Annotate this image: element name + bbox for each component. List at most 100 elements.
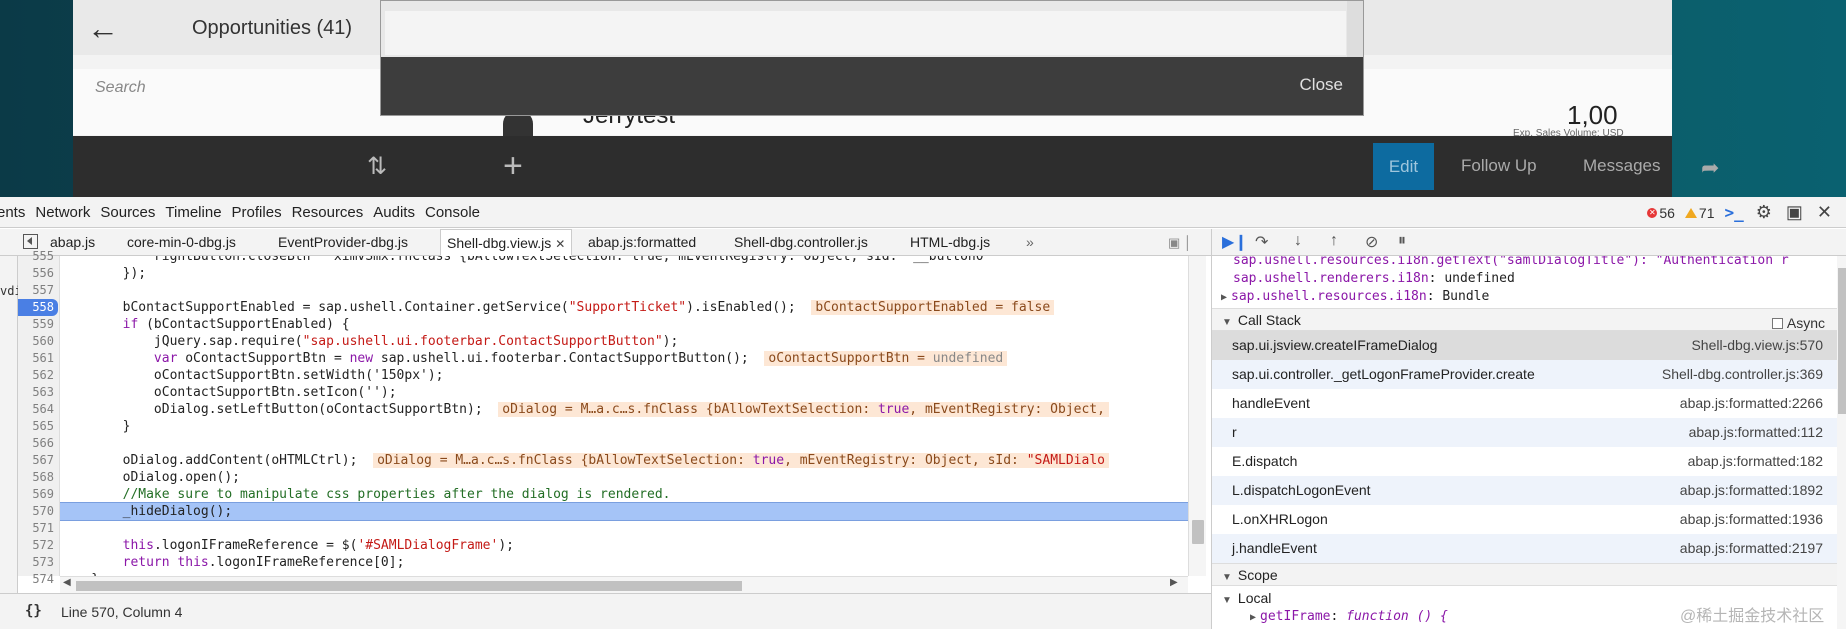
search-input[interactable]: Search bbox=[95, 79, 146, 97]
line-number[interactable]: 557 bbox=[18, 282, 58, 299]
expand-triangle-icon[interactable]: ▶ bbox=[1250, 612, 1256, 623]
collapse-triangle-icon[interactable]: ▼ bbox=[1222, 595, 1232, 606]
line-number[interactable]: 567 bbox=[18, 452, 58, 469]
call-frame[interactable]: j.handleEvent abap.js:formatted:2197 bbox=[1212, 534, 1837, 563]
scope-variable[interactable]: ▶ getIFrame: function () { bbox=[1250, 609, 1448, 624]
tab-timeline[interactable]: Timeline bbox=[165, 204, 221, 221]
messages-button[interactable]: Messages bbox=[1583, 156, 1660, 176]
step-out-icon[interactable]: ↑ bbox=[1330, 232, 1338, 250]
scrollbar-thumb[interactable] bbox=[1192, 520, 1204, 544]
frame-location[interactable]: abap.js:formatted:1892 bbox=[1680, 476, 1823, 505]
code-editor[interactable]: rightButton.closeBtn "ximvSmx.fnClass {b… bbox=[60, 256, 1188, 576]
line-number[interactable]: 569 bbox=[18, 486, 58, 503]
line-number[interactable]: 574 bbox=[18, 571, 58, 588]
toggle-debugger-icon[interactable]: ▣ │ bbox=[1168, 235, 1192, 251]
call-frame[interactable]: sap.ui.controller._getLogonFrameProvider… bbox=[1212, 360, 1837, 389]
scroll-left-icon[interactable]: ◀ bbox=[63, 577, 71, 588]
close-tab-icon[interactable]: ✕ bbox=[555, 237, 565, 251]
line-number[interactable]: 562 bbox=[18, 367, 58, 384]
call-frame[interactable]: E.dispatch abap.js:formatted:182 bbox=[1212, 447, 1837, 476]
file-tab-html[interactable]: HTML-dbg.js bbox=[910, 234, 990, 250]
scope-header[interactable]: ▼ Scope bbox=[1212, 563, 1837, 586]
frame-location[interactable]: Shell-dbg.view.js:570 bbox=[1691, 331, 1823, 360]
tab-sources[interactable]: Sources bbox=[100, 204, 155, 221]
line-number[interactable]: 565 bbox=[18, 418, 58, 435]
breakpoint-marker[interactable]: 558 bbox=[18, 299, 58, 316]
resume-icon[interactable]: ▶❙ bbox=[1222, 232, 1248, 252]
step-into-icon[interactable]: ↓ bbox=[1294, 232, 1302, 250]
tab-console[interactable]: Console bbox=[425, 204, 480, 221]
checkbox-icon[interactable] bbox=[1771, 318, 1783, 329]
error-count[interactable]: 56 bbox=[1659, 205, 1675, 221]
line-number[interactable]: 563 bbox=[18, 384, 58, 401]
collapse-triangle-icon[interactable]: ▼ bbox=[1222, 317, 1232, 328]
toggle-navigator-icon[interactable] bbox=[23, 234, 38, 249]
sort-icon[interactable]: ⇅ bbox=[367, 153, 395, 181]
line-number[interactable]: 568 bbox=[18, 469, 58, 486]
tab-elements[interactable]: ents bbox=[0, 204, 25, 221]
sidebar-scrollbar[interactable] bbox=[1837, 256, 1846, 629]
deactivate-breakpoints-icon[interactable]: ⊘ bbox=[1365, 232, 1378, 252]
pause-on-exceptions-icon[interactable]: ⏸ bbox=[1398, 232, 1406, 250]
line-number[interactable]: 566 bbox=[18, 435, 58, 452]
tab-network[interactable]: Network bbox=[35, 204, 90, 221]
file-tab-shell-view[interactable]: Shell-dbg.view.js ✕ bbox=[440, 229, 573, 256]
close-button[interactable]: Close bbox=[1300, 75, 1343, 95]
frame-location[interactable]: abap.js:formatted:2197 bbox=[1680, 534, 1823, 563]
scope-local[interactable]: ▼ Local bbox=[1222, 590, 1271, 606]
collapse-triangle-icon[interactable]: ▼ bbox=[1222, 572, 1232, 583]
frame-location[interactable]: Shell-dbg.controller.js:369 bbox=[1662, 360, 1823, 389]
step-over-icon[interactable]: ↷ bbox=[1255, 232, 1268, 252]
back-arrow-icon[interactable]: ← bbox=[87, 10, 123, 46]
frame-location[interactable]: abap.js:formatted:112 bbox=[1689, 418, 1823, 447]
frame-location[interactable]: abap.js:formatted:1936 bbox=[1680, 505, 1823, 534]
line-number[interactable]: 571 bbox=[18, 520, 58, 537]
line-number[interactable]: 570 bbox=[18, 503, 58, 520]
warning-count[interactable]: 71 bbox=[1699, 205, 1715, 221]
line-number[interactable]: 560 bbox=[18, 333, 58, 350]
line-number[interactable]: 555 bbox=[18, 248, 58, 265]
tab-profiles[interactable]: Profiles bbox=[232, 204, 282, 221]
scroll-right-icon[interactable]: ▶ bbox=[1170, 577, 1178, 588]
line-number[interactable]: 573 bbox=[18, 554, 58, 571]
line-number[interactable]: 564 bbox=[18, 401, 58, 418]
tab-resources[interactable]: Resources bbox=[292, 204, 364, 221]
warning-icon[interactable] bbox=[1684, 207, 1697, 218]
file-tab-core-min[interactable]: core-min-0-dbg.js bbox=[127, 234, 236, 250]
pretty-print-button[interactable]: {} bbox=[25, 603, 42, 619]
dock-icon[interactable]: ▣ bbox=[1786, 202, 1803, 223]
call-frame[interactable]: L.dispatchLogonEvent abap.js:formatted:18… bbox=[1212, 476, 1837, 505]
scrollbar-thumb[interactable] bbox=[1838, 268, 1846, 414]
watch-expression[interactable]: sap.ushell.renderers.i18n: undefined bbox=[1233, 271, 1515, 286]
line-number[interactable]: 559 bbox=[18, 316, 58, 333]
file-tab-eventprovider[interactable]: EventProvider-dbg.js bbox=[278, 234, 408, 250]
scrollbar-thumb[interactable] bbox=[76, 581, 742, 591]
follow-up-button[interactable]: Follow Up bbox=[1461, 156, 1537, 176]
call-frame[interactable]: handleEvent abap.js:formatted:2266 bbox=[1212, 389, 1837, 418]
call-frame[interactable]: sap.ui.jsview.createIFrameDialog Shell-db… bbox=[1212, 331, 1837, 360]
edit-button[interactable]: Edit bbox=[1373, 143, 1434, 190]
frame-location[interactable]: abap.js:formatted:2266 bbox=[1680, 389, 1823, 418]
expand-triangle-icon[interactable]: ▶ bbox=[1221, 292, 1227, 303]
frame-location[interactable]: abap.js:formatted:182 bbox=[1688, 447, 1823, 476]
call-frame[interactable]: L.onXHRLogon abap.js:formatted:1936 bbox=[1212, 505, 1837, 534]
line-number[interactable]: 572 bbox=[18, 537, 58, 554]
code-horizontal-scrollbar[interactable]: ◀ ▶ bbox=[60, 576, 1188, 593]
add-icon[interactable]: + bbox=[503, 149, 531, 183]
error-icon[interactable]: ✕ bbox=[1647, 207, 1658, 218]
console-drawer-icon[interactable]: >_ bbox=[1724, 203, 1743, 222]
file-tab-shell-controller[interactable]: Shell-dbg.controller.js bbox=[734, 234, 868, 250]
more-tabs-button[interactable]: » bbox=[1026, 234, 1034, 250]
dialog-scrollbar[interactable] bbox=[1347, 1, 1363, 57]
code-vertical-scrollbar[interactable] bbox=[1188, 256, 1206, 576]
line-number[interactable]: 561 bbox=[18, 350, 58, 367]
call-stack-header[interactable]: ▼ Call Stack Async bbox=[1212, 308, 1837, 331]
share-icon[interactable]: ➦ bbox=[1701, 154, 1729, 182]
watch-expression[interactable]: ▶ sap.ushell.resources.i18n: Bundle bbox=[1221, 289, 1489, 304]
close-icon[interactable]: ✕ bbox=[1817, 202, 1832, 223]
file-tab-abap-formatted[interactable]: abap.js:formatted bbox=[588, 234, 696, 250]
watch-expression[interactable]: sap.ushell.resources.i18n.getText("samlD… bbox=[1233, 256, 1789, 268]
line-number[interactable]: 556 bbox=[18, 265, 58, 282]
tab-audits[interactable]: Audits bbox=[373, 204, 415, 221]
call-frame[interactable]: r abap.js:formatted:112 bbox=[1212, 418, 1837, 447]
